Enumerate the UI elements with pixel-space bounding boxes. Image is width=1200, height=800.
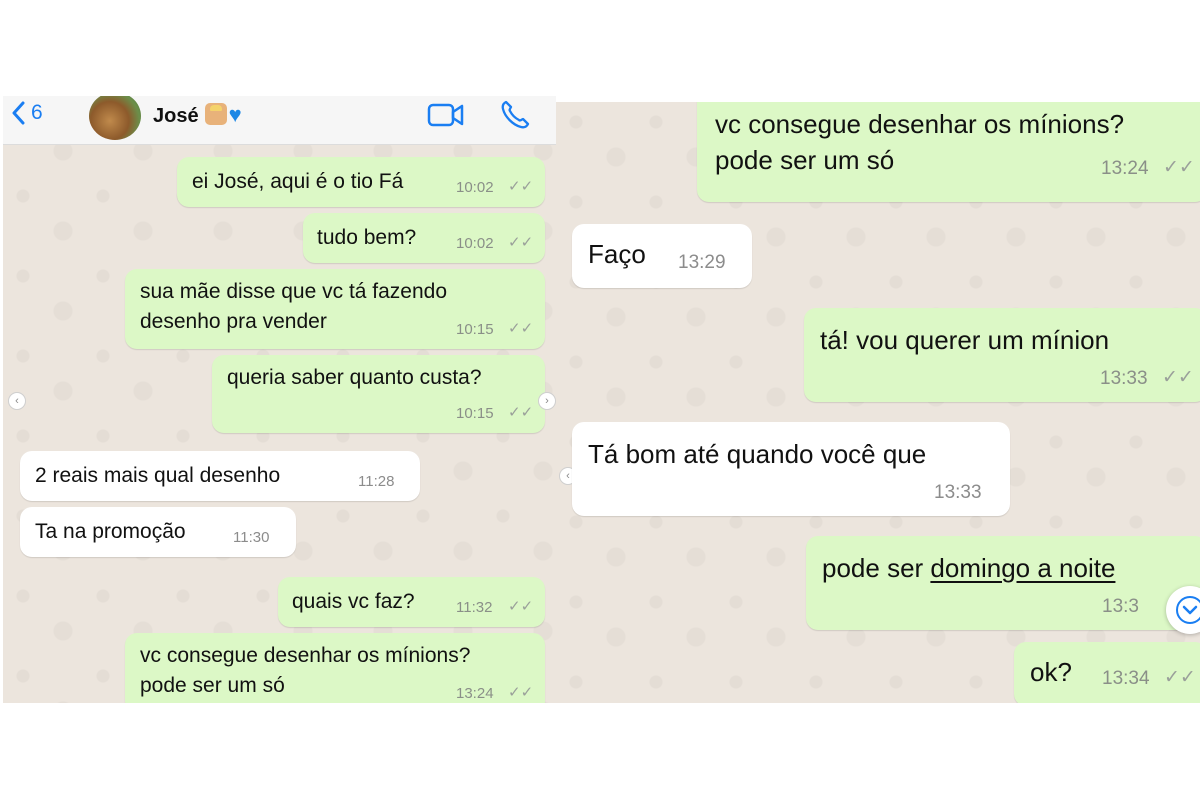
read-receipt-icon: ✓✓: [508, 404, 534, 421]
message-bubble-outgoing[interactable]: ok? 13:34 ✓✓: [1014, 642, 1200, 703]
message-text: Faço: [588, 239, 646, 269]
date-link[interactable]: domingo a noite: [930, 553, 1115, 583]
message-text: pode ser domingo a noite: [822, 550, 1115, 586]
chevron-down-icon: [1176, 596, 1200, 624]
contact-name-area[interactable]: José ♥: [153, 102, 242, 128]
read-receipt-icon: ✓✓: [1162, 367, 1194, 388]
message-time: 11:28: [358, 473, 395, 490]
read-receipt-icon: ✓✓: [508, 684, 534, 701]
nav-left-arrow-icon[interactable]: ‹: [8, 392, 26, 410]
message-bubble-outgoing[interactable]: vc consegue desenhar os mínions? pode se…: [697, 102, 1200, 202]
message-time: 10:02: [456, 179, 494, 196]
message-bubble-outgoing[interactable]: vc consegue desenhar os mínions? pode se…: [125, 633, 545, 703]
message-time: 10:02: [456, 235, 494, 252]
man-raising-hand-emoji-icon: [204, 103, 227, 125]
message-bubble-outgoing[interactable]: tudo bem? 10:02 ✓✓: [303, 213, 545, 263]
contact-name: José: [153, 105, 199, 127]
message-bubble-incoming[interactable]: Faço 13:29: [572, 224, 752, 288]
chevron-left-icon: [12, 101, 25, 125]
phone-icon[interactable]: [499, 99, 531, 131]
message-bubble-outgoing[interactable]: ei José, aqui é o tio Fá 10:02 ✓✓: [177, 157, 545, 207]
message-time: 13:34: [1102, 668, 1150, 689]
message-text-prefix: pode ser: [822, 553, 931, 583]
message-text: ei José, aqui é o tio Fá: [192, 170, 404, 193]
message-text: ok?: [1030, 657, 1072, 687]
read-receipt-icon: ✓✓: [1163, 157, 1195, 178]
message-time: 13:33: [1100, 368, 1148, 389]
read-receipt-icon: ✓✓: [508, 320, 534, 337]
message-text: vc consegue desenhar os mínions? pode se…: [715, 109, 1125, 175]
message-time: 13:24: [1101, 158, 1149, 179]
avatar[interactable]: [89, 96, 141, 140]
message-time: 13:33: [934, 482, 982, 503]
chat-header: 6 José ♥: [3, 96, 556, 145]
message-text: sua mãe disse que vc tá fazendo desenho …: [140, 280, 448, 333]
message-text: Tá bom até quando você que: [588, 439, 927, 469]
message-text: vc consegue desenhar os mínions? pode se…: [140, 644, 471, 697]
message-time: 13:24: [456, 685, 494, 702]
scroll-to-bottom-button[interactable]: [1166, 586, 1200, 634]
message-time: 13:3: [1102, 596, 1139, 617]
blue-heart-emoji-icon: ♥: [228, 102, 242, 127]
read-receipt-icon: ✓✓: [508, 598, 534, 615]
message-bubble-outgoing[interactable]: queria saber quanto custa? 10:15 ✓✓: [212, 355, 545, 433]
message-text: Ta na promoção: [35, 520, 186, 543]
message-bubble-outgoing[interactable]: pode ser domingo a noite 13:3: [806, 536, 1200, 630]
message-time: 11:30: [233, 529, 270, 546]
video-camera-icon[interactable]: [427, 102, 465, 128]
read-receipt-icon: ✓✓: [508, 178, 534, 195]
message-text: quais vc faz?: [292, 590, 415, 613]
message-bubble-outgoing[interactable]: quais vc faz? 11:32 ✓✓: [278, 577, 545, 627]
message-time: 10:15: [456, 405, 494, 422]
message-bubble-incoming[interactable]: Ta na promoção 11:30: [20, 507, 296, 557]
message-text: tudo bem?: [317, 226, 417, 249]
message-time: 13:29: [678, 252, 726, 273]
read-receipt-icon: ✓✓: [508, 234, 534, 251]
right-chat-panel: vc consegue desenhar os mínions? pode se…: [556, 102, 1200, 703]
message-bubble-outgoing[interactable]: sua mãe disse que vc tá fazendo desenho …: [125, 269, 545, 349]
message-text: 2 reais mais qual desenho: [35, 464, 281, 487]
message-time: 11:32: [456, 599, 493, 616]
left-chat-panel: 6 José ♥ ei José, aqui é o tio Fá 10:02 ✓…: [3, 96, 556, 703]
nav-right-arrow-icon[interactable]: ›: [538, 392, 556, 410]
back-button[interactable]: 6: [11, 101, 43, 125]
message-bubble-outgoing[interactable]: tá! vou querer um mínion 13:33 ✓✓: [804, 308, 1200, 402]
message-bubble-incoming[interactable]: Tá bom até quando você que 13:33: [572, 422, 1010, 516]
read-receipt-icon: ✓✓: [1164, 667, 1196, 688]
message-time: 10:15: [456, 321, 494, 338]
message-text: queria saber quanto custa?: [227, 366, 482, 389]
unread-count: 6: [31, 101, 43, 124]
message-text: tá! vou querer um mínion: [820, 325, 1110, 355]
message-bubble-incoming[interactable]: 2 reais mais qual desenho 11:28: [20, 451, 420, 501]
